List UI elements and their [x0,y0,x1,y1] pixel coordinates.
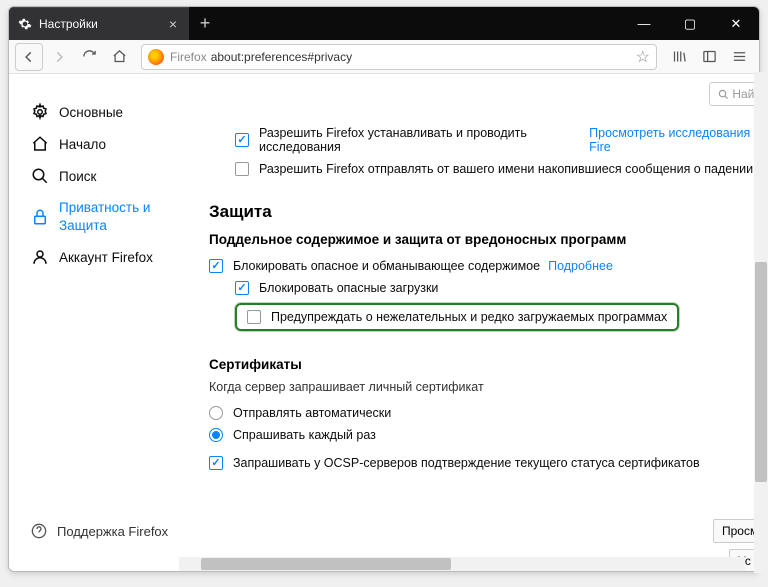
nav-toolbar: Firefox ☆ [9,40,759,74]
url-input[interactable] [211,50,636,64]
checkbox-row-crash: Разрешить Firefox отправлять от вашего и… [209,158,759,180]
checkbox-row-ocsp: Запрашивать у OCSP-серверов подтверждени… [209,452,759,474]
sidebar-button[interactable] [695,43,723,71]
firefox-icon [148,49,164,65]
radio-label: Спрашивать каждый раз [233,428,376,442]
scrollbar-thumb[interactable] [755,262,760,482]
checkbox-label: Запрашивать у OCSP-серверов подтверждени… [233,456,700,470]
maximize-button[interactable]: ▢ [667,7,713,40]
checkbox-crash[interactable] [235,162,249,176]
new-tab-button[interactable]: + [189,7,221,40]
checkbox-label: Блокировать опасные загрузки [259,281,438,295]
button-view-certs[interactable]: Просм [713,519,759,543]
horizontal-scrollbar[interactable] [179,557,745,571]
title-bar: Настройки × + — ▢ ✕ [9,7,759,40]
vertical-scrollbar[interactable] [754,72,760,572]
highlighted-option: Предупреждать о нежелательных и редко за… [235,303,679,331]
sidebar-item-account[interactable]: Аккаунт Firefox [31,241,179,273]
checkbox-row-research: Разрешить Firefox устанавливать и провод… [209,122,759,158]
forward-button[interactable] [45,43,73,71]
sidebar-label: Приватность и Защита [59,199,179,234]
sidebar-label: Основные [59,105,123,120]
checkbox-research[interactable] [235,133,249,147]
link-learn-more[interactable]: Подробнее [548,259,613,273]
sidebar-label: Поиск [59,169,96,184]
radio-certs-ask[interactable] [209,428,223,442]
link-view-studies[interactable]: Просмотреть исследования Fire [589,126,759,154]
radio-certs-auto[interactable] [209,406,223,420]
tab-close-button[interactable]: × [165,16,181,32]
radio-label: Отправлять автоматически [233,406,391,420]
checkbox-block-dangerous[interactable] [209,259,223,273]
account-icon [31,248,49,266]
sidebar-item-privacy[interactable]: Приватность и Защита [31,192,179,241]
sidebar-item-search[interactable]: Поиск [31,160,179,192]
minimize-button[interactable]: — [621,7,667,40]
browser-tab[interactable]: Настройки × [9,7,189,40]
checkbox-row-block-dangerous: Блокировать опасное и обманывающее содер… [209,255,759,277]
support-link[interactable]: Поддержка Firefox [31,523,168,539]
checkbox-label: Блокировать опасное и обманывающее содер… [233,259,540,273]
checkbox-ocsp[interactable] [209,456,223,470]
menu-button[interactable] [725,43,753,71]
home-icon [31,135,49,153]
checkbox-label: Разрешить Firefox отправлять от вашего и… [259,162,753,176]
checkbox-row-block-downloads: Блокировать опасные загрузки [209,277,759,299]
certs-description: Когда сервер запрашивает личный сертифик… [209,380,759,394]
radio-row-ask: Спрашивать каждый раз [209,424,759,446]
reload-button[interactable] [75,43,103,71]
url-bar[interactable]: Firefox ☆ [141,44,657,70]
window-controls: — ▢ ✕ [621,7,759,40]
sidebar-item-home[interactable]: Начало [31,128,179,160]
sidebar-item-general[interactable]: Основные [31,96,179,128]
lock-icon [31,208,49,226]
search-icon [31,167,49,185]
main-panel: Най Разрешить Firefox устанавливать и пр… [179,74,759,571]
subsection-heading-certificates: Сертификаты [209,357,759,372]
search-preferences-input[interactable]: Най [709,82,759,106]
sidebar-label: Аккаунт Firefox [59,250,153,265]
section-heading-protection: Защита [209,202,759,222]
preferences-sidebar: Основные Начало Поиск Приватность и Защи… [9,74,179,571]
checkbox-label: Разрешить Firefox устанавливать и провод… [259,126,581,154]
library-button[interactable] [665,43,693,71]
support-label: Поддержка Firefox [57,524,168,539]
sidebar-label: Начало [59,137,106,152]
home-button[interactable] [105,43,133,71]
gear-icon [31,103,49,121]
tab-title: Настройки [39,17,165,31]
checkbox-label: Предупреждать о нежелательных и редко за… [271,310,667,324]
bookmark-star-icon[interactable]: ☆ [636,47,650,67]
close-button[interactable]: ✕ [713,7,759,40]
back-button[interactable] [15,43,43,71]
checkbox-block-downloads[interactable] [235,281,249,295]
radio-row-auto: Отправлять автоматически [209,402,759,424]
checkbox-warn-unwanted[interactable] [247,310,261,324]
browser-window: Настройки × + — ▢ ✕ Firefox ☆ [8,6,760,572]
checkbox-row-warn-unwanted: Предупреждать о нежелательных и редко за… [209,299,759,335]
subsection-heading-malware: Поддельное содержимое и защита от вредон… [209,232,759,247]
content-area: Основные Начало Поиск Приватность и Защи… [9,74,759,571]
gear-icon [17,16,33,32]
url-scheme-label: Firefox [170,50,207,64]
help-icon [31,523,47,539]
scrollbar-thumb[interactable] [201,558,451,570]
